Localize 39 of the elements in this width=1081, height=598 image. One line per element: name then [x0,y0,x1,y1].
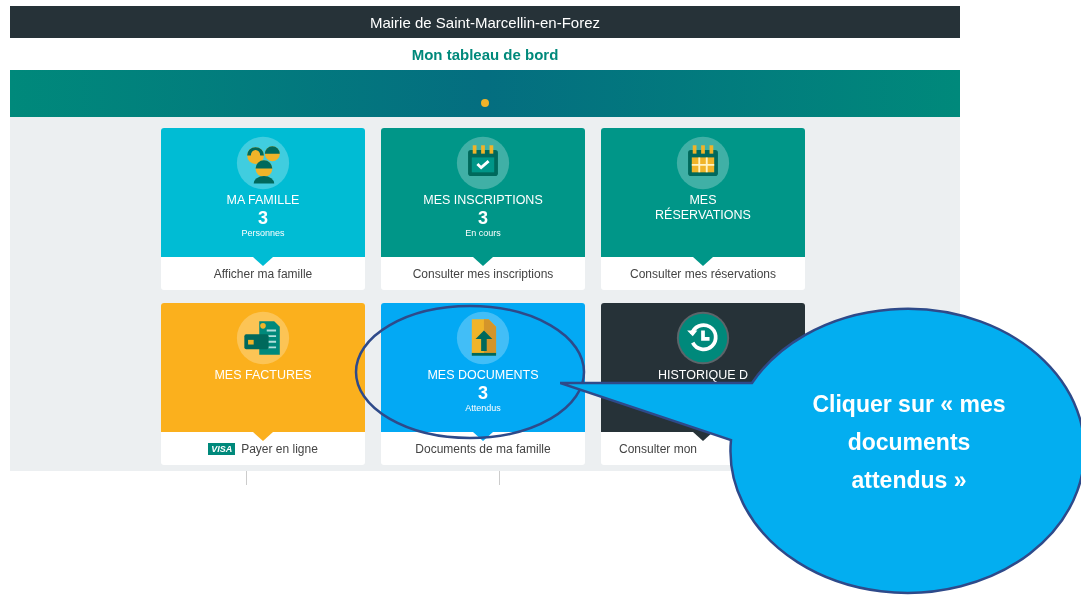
tile-title: MES FACTURES [214,368,312,383]
tile-link[interactable]: Afficher ma famille [213,266,313,281]
dashboard-tile[interactable]: MES DOCUMENTS 3 Attendus Documents de ma famille [381,303,585,465]
dashboard-tile[interactable]: MES FACTURES VISA Payer en ligne [161,303,365,465]
tile-count-label: Personnes [241,228,285,238]
pointer-notch [473,432,493,441]
tile-title: MES INSCRIPTIONS [423,193,543,208]
dashboard-tile[interactable]: MES RÉSERVATIONS Consulter mes réservations [601,128,805,290]
tile-link[interactable]: Documents de ma famille [415,441,551,456]
pointer-notch [693,257,713,266]
calendar-check-icon [455,135,511,191]
family-icon [235,135,291,191]
pointer-notch [473,257,493,266]
tile-link[interactable]: Consulter mon [619,441,698,456]
tile-count-label: En cours [465,228,501,238]
document-upload-icon [455,310,511,366]
visa-badge: VISA [208,442,236,455]
tile-link[interactable]: Consulter mes réservations [629,266,777,281]
tile-count: 3 [478,208,488,228]
pointer-notch [253,257,273,266]
header-title: Mairie de Saint-Marcellin-en-Forez [369,13,601,31]
tile-title: MES DOCUMENTS [427,368,539,383]
pointer-notch [253,432,273,441]
callout-text: Cliquer sur « mes documents attendus » [811,390,1007,495]
tile-count-label: Attendus [465,403,501,413]
calendar-icon [675,135,731,191]
tile-title: MA FAMILLE [226,193,300,208]
dashboard-tile[interactable]: MA FAMILLE 3 Personnes Afficher ma famille [161,128,365,290]
tile-count: 3 [478,383,488,403]
dashboard-tile[interactable]: MES INSCRIPTIONS 3 En cours Consulter mes inscriptions [381,128,585,290]
history-clock-icon [675,310,731,366]
tile-link[interactable]: Consulter mes inscriptions [412,266,554,281]
carousel-dot[interactable] [481,99,489,107]
tile-count: 3 [258,208,268,228]
invoice-card-icon [235,310,291,366]
page-title: Mon tableau de bord [411,45,559,63]
tile-title: HISTORIQUE D [657,368,749,383]
tile-link[interactable]: Payer en ligne [241,441,318,456]
tile-title: MES RÉSERVATIONS [655,193,751,223]
